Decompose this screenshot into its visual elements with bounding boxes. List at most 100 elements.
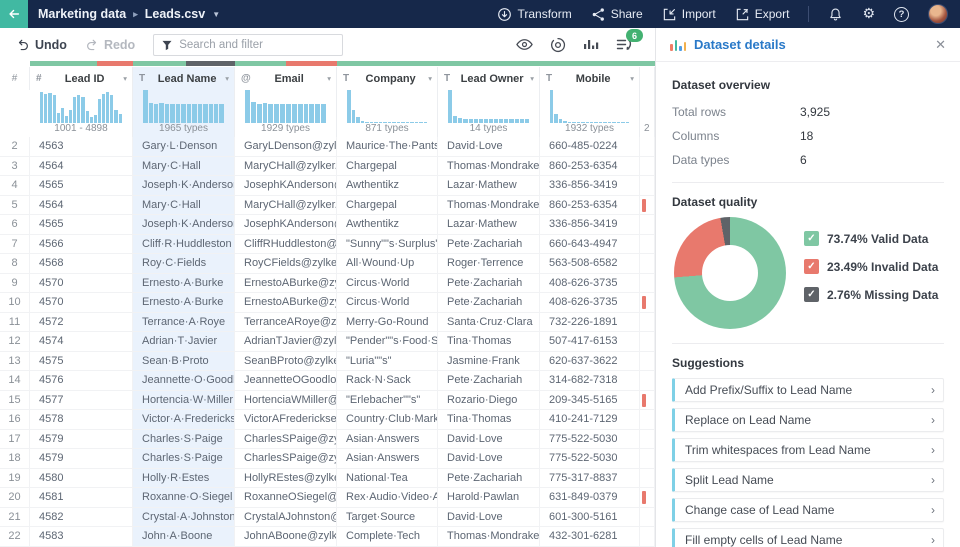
- quality-legend-item[interactable]: ✓ 73.74% Valid Data: [804, 231, 938, 246]
- quality-target-button[interactable]: [550, 37, 566, 53]
- table-cell[interactable]: 4570: [30, 293, 133, 312]
- table-cell[interactable]: Merry-Go-Round: [337, 312, 438, 331]
- column-header-lead-name[interactable]: T Lead Name ▾: [133, 67, 235, 90]
- suggestion-card[interactable]: Trim whitespaces from Lead Name ›: [672, 438, 944, 462]
- table-cell[interactable]: 4565: [30, 215, 133, 234]
- table-cell[interactable]: 601-300-5161: [540, 507, 640, 526]
- table-cell[interactable]: Awthentikz: [337, 215, 438, 234]
- table-cell[interactable]: 4577: [30, 390, 133, 409]
- table-cell[interactable]: Terrance·A·Roye: [133, 312, 235, 331]
- table-cell[interactable]: National·Tea: [337, 468, 438, 487]
- table-cell[interactable]: 775-522-5030: [540, 449, 640, 468]
- table-row[interactable]: 174579Charles·S·PaigeCharlesSPaige@zylk.…: [0, 429, 655, 449]
- table-cell[interactable]: MaryCHall@zylker.c...: [235, 195, 337, 214]
- table-cell[interactable]: 660-485-0224: [540, 137, 640, 156]
- import-button[interactable]: Import: [662, 7, 716, 22]
- suggestion-card[interactable]: Change case of Lead Name ›: [672, 498, 944, 522]
- table-cell[interactable]: Pete·Zachariah: [438, 234, 540, 253]
- table-cell[interactable]: Tina·Thomas: [438, 410, 540, 429]
- table-row[interactable]: 64565Joseph·K·AndersonJosephKAnderson@..…: [0, 215, 655, 235]
- close-icon[interactable]: ✕: [935, 37, 946, 53]
- table-cell[interactable]: "Sunny""s·Surplus": [337, 234, 438, 253]
- back-button[interactable]: [0, 0, 28, 28]
- column-histogram[interactable]: 1929 types: [235, 90, 337, 137]
- table-cell[interactable]: Chargepal: [337, 195, 438, 214]
- table-cell[interactable]: Hortencia·W·Miller: [133, 390, 235, 409]
- table-cell[interactable]: Pete·Zachariah: [438, 371, 540, 390]
- table-row[interactable]: 54564Mary·C·HallMaryCHall@zylker.c...Cha…: [0, 195, 655, 215]
- table-cell[interactable]: 4582: [30, 507, 133, 526]
- table-cell[interactable]: 620-637-3622: [540, 351, 640, 370]
- column-histogram[interactable]: 14 types: [438, 90, 540, 137]
- table-cell[interactable]: Roxanne·O·Siegel: [133, 488, 235, 507]
- quality-legend-item[interactable]: ✓ 2.76% Missing Data: [804, 287, 938, 302]
- table-cell[interactable]: Lazar·Mathew: [438, 176, 540, 195]
- table-cell[interactable]: "Pender""s·Food·St...: [337, 332, 438, 351]
- table-cell[interactable]: Santa·Cruz·Clara: [438, 312, 540, 331]
- table-cell[interactable]: Gary·L·Denson: [133, 137, 235, 156]
- suggestion-card[interactable]: Split Lead Name ›: [672, 468, 944, 492]
- table-cell[interactable]: 410-241-7129: [540, 410, 640, 429]
- help-button[interactable]: ?: [894, 6, 909, 22]
- share-button[interactable]: Share: [591, 7, 643, 22]
- table-cell[interactable]: Rack·N·Sack: [337, 371, 438, 390]
- settings-button[interactable]: ⚙: [862, 7, 875, 21]
- table-cell[interactable]: Rozario·Diego: [438, 390, 540, 409]
- table-cell[interactable]: "Erlebacher""s": [337, 390, 438, 409]
- checkbox-checked-icon[interactable]: ✓: [804, 287, 819, 302]
- table-row[interactable]: 134575Sean·B·ProtoSeanBProto@zylker..."L…: [0, 351, 655, 371]
- table-cell[interactable]: 4564: [30, 156, 133, 175]
- table-cell[interactable]: Charles·S·Paige: [133, 449, 235, 468]
- table-cell[interactable]: ErnestoABurke@zyl...: [235, 273, 337, 292]
- table-cell[interactable]: Lazar·Mathew: [438, 215, 540, 234]
- table-row[interactable]: 184579Charles·S·PaigeCharlesSPaige@zylk.…: [0, 449, 655, 469]
- table-cell[interactable]: 860-253-6354: [540, 156, 640, 175]
- breadcrumb-file[interactable]: Leads.csv: [145, 7, 205, 21]
- table-cell[interactable]: JohnABoone@zylker....: [235, 527, 337, 546]
- user-avatar[interactable]: [928, 4, 948, 24]
- preview-button[interactable]: [516, 37, 533, 52]
- table-cell[interactable]: JosephKAnderson@...: [235, 176, 337, 195]
- table-cell[interactable]: Tina·Thomas: [438, 332, 540, 351]
- table-cell[interactable]: Circus·World: [337, 293, 438, 312]
- table-row[interactable]: 104570Ernesto·A·BurkeErnestoABurke@zyl..…: [0, 293, 655, 313]
- table-cell[interactable]: CharlesSPaige@zylk...: [235, 429, 337, 448]
- table-cell[interactable]: Circus·World: [337, 273, 438, 292]
- column-header-email[interactable]: @ Email ▾: [235, 67, 337, 90]
- table-cell[interactable]: CharlesSPaige@zylk...: [235, 449, 337, 468]
- table-cell[interactable]: RoxanneOSiegel@zyl...: [235, 488, 337, 507]
- table-cell[interactable]: 732-226-1891: [540, 312, 640, 331]
- table-cell[interactable]: JeannetteOGoodloe...: [235, 371, 337, 390]
- table-cell[interactable]: 660-643-4947: [540, 234, 640, 253]
- column-header-lead-owner[interactable]: T Lead Owner ▾: [438, 67, 540, 90]
- table-cell[interactable]: Asian·Answers: [337, 449, 438, 468]
- table-cell[interactable]: Cliff·R·Huddleston: [133, 234, 235, 253]
- table-cell[interactable]: 408-626-3735: [540, 273, 640, 292]
- table-cell[interactable]: Mary·C·Hall: [133, 195, 235, 214]
- export-button[interactable]: Export: [735, 7, 789, 22]
- column-header-company[interactable]: T Company ▾: [337, 67, 438, 90]
- suggestion-card[interactable]: Fill empty cells of Lead Name ›: [672, 528, 944, 547]
- table-cell[interactable]: Pete·Zachariah: [438, 293, 540, 312]
- column-menu-icon[interactable]: ▾: [630, 74, 634, 83]
- table-cell[interactable]: 4564: [30, 195, 133, 214]
- table-cell[interactable]: Pete·Zachariah: [438, 273, 540, 292]
- table-cell[interactable]: 631-849-0379: [540, 488, 640, 507]
- chevron-down-icon[interactable]: ▼: [212, 10, 220, 19]
- table-row[interactable]: 24563Gary·L·DensonGaryLDenson@zylke...Ma…: [0, 137, 655, 157]
- table-cell[interactable]: CrystalAJohnston@z...: [235, 507, 337, 526]
- table-row[interactable]: 94570Ernesto·A·BurkeErnestoABurke@zyl...…: [0, 273, 655, 293]
- table-cell[interactable]: Sean·B·Proto: [133, 351, 235, 370]
- table-cell[interactable]: 775-317-8837: [540, 468, 640, 487]
- table-cell[interactable]: Thomas·Mondrake: [438, 527, 540, 546]
- table-cell[interactable]: Jeannette·O·Goodloe: [133, 371, 235, 390]
- checkbox-checked-icon[interactable]: ✓: [804, 231, 819, 246]
- table-cell[interactable]: 4579: [30, 449, 133, 468]
- table-row[interactable]: 194580Holly·R·EstesHollyREstes@zylker...…: [0, 468, 655, 488]
- table-cell[interactable]: Rex·Audio·Video·Ap...: [337, 488, 438, 507]
- breadcrumb-project[interactable]: Marketing data: [38, 7, 126, 21]
- table-cell[interactable]: David·Love: [438, 137, 540, 156]
- column-histogram[interactable]: 1932 types: [540, 90, 640, 137]
- table-row[interactable]: 204581Roxanne·O·SiegelRoxanneOSiegel@zyl…: [0, 488, 655, 508]
- table-cell[interactable]: MaryCHall@zylker.c...: [235, 156, 337, 175]
